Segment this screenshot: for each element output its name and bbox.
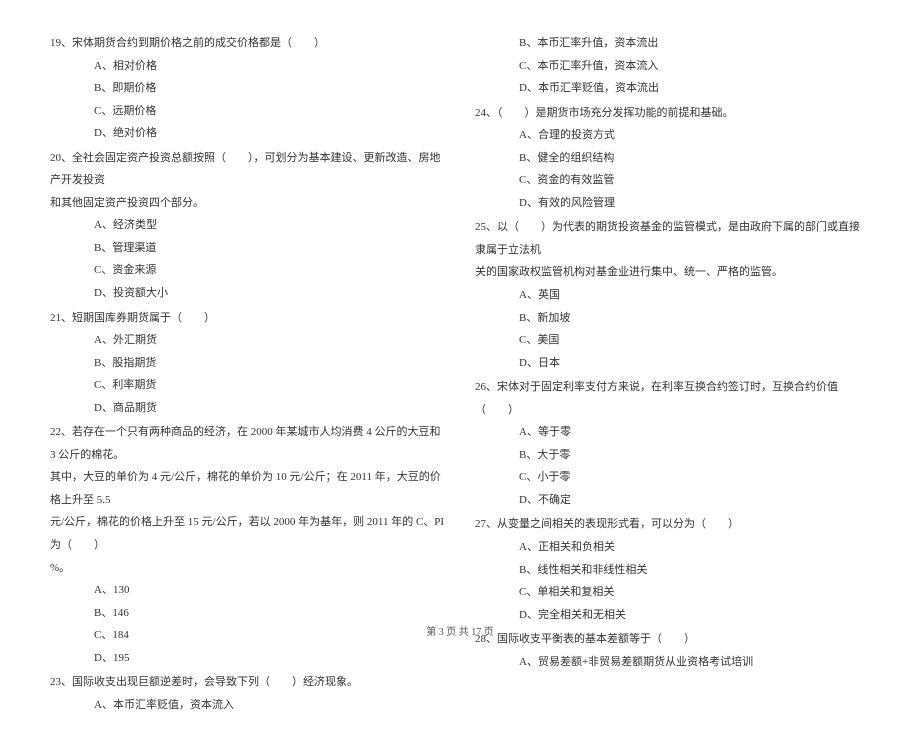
option-d: D、195 bbox=[50, 647, 445, 670]
option-a: A、外汇期货 bbox=[50, 329, 445, 352]
option-a: A、本币汇率贬值，资本流入 bbox=[50, 694, 445, 717]
option-b: B、线性相关和非线性相关 bbox=[475, 559, 870, 582]
question-text-cont: 和其他固定资产投资四个部分。 bbox=[50, 192, 445, 215]
question-24: 24、（ ）是期货市场充分发挥功能的前提和基础。 A、合理的投资方式 B、健全的… bbox=[475, 102, 870, 215]
option-b: B、即期价格 bbox=[50, 77, 445, 100]
question-text: 27、从变量之间相关的表现形式看，可以分为（ ） bbox=[475, 513, 870, 536]
question-21: 21、短期国库券期货属于（ ） A、外汇期货 B、股指期货 C、利率期货 D、商… bbox=[50, 307, 445, 420]
option-c: C、单相关和复相关 bbox=[475, 581, 870, 604]
question-25: 25、以（ ）为代表的期货投资基金的监管模式，是由政府下属的部门或直接隶属于立法… bbox=[475, 216, 870, 374]
question-text: 19、宋体期货合约到期价格之前的成交价格都是（ ） bbox=[50, 32, 445, 55]
question-text-cont: %。 bbox=[50, 557, 445, 580]
question-26: 26、宋体对于固定利率支付方来说，在利率互换合约签订时，互换合约价值（ ） A、… bbox=[475, 376, 870, 511]
option-d: D、日本 bbox=[475, 352, 870, 375]
option-d: D、绝对价格 bbox=[50, 122, 445, 145]
option-a: A、相对价格 bbox=[50, 55, 445, 78]
question-text: 24、（ ）是期货市场充分发挥功能的前提和基础。 bbox=[475, 102, 870, 125]
option-a: A、等于零 bbox=[475, 421, 870, 444]
option-b: B、管理渠道 bbox=[50, 237, 445, 260]
question-text: 22、若存在一个只有两种商品的经济，在 2000 年某城市人均消费 4 公斤的大… bbox=[50, 421, 445, 466]
option-c: C、美国 bbox=[475, 329, 870, 352]
option-a: A、英国 bbox=[475, 284, 870, 307]
option-a: A、130 bbox=[50, 579, 445, 602]
option-d: D、不确定 bbox=[475, 489, 870, 512]
question-20: 20、全社会固定资产投资总额按照（ ），可划分为基本建设、更新改造、房地产开发投… bbox=[50, 147, 445, 305]
right-column: B、本币汇率升值，资本流出 C、本币汇率升值，资本流入 D、本币汇率贬值，资本流… bbox=[475, 32, 870, 718]
option-c: C、资金来源 bbox=[50, 259, 445, 282]
option-d: D、本币汇率贬值，资本流出 bbox=[475, 77, 870, 100]
question-23: 23、国际收支出现巨额逆差时，会导致下列（ ）经济现象。 A、本币汇率贬值，资本… bbox=[50, 671, 445, 716]
question-19: 19、宋体期货合约到期价格之前的成交价格都是（ ） A、相对价格 B、即期价格 … bbox=[50, 32, 445, 145]
option-b: B、股指期货 bbox=[50, 352, 445, 375]
question-text: 25、以（ ）为代表的期货投资基金的监管模式，是由政府下属的部门或直接隶属于立法… bbox=[475, 216, 870, 261]
option-a: A、贸易差额+非贸易差额期货从业资格考试培训 bbox=[475, 651, 870, 674]
question-text: 20、全社会固定资产投资总额按照（ ），可划分为基本建设、更新改造、房地产开发投… bbox=[50, 147, 445, 192]
left-column: 19、宋体期货合约到期价格之前的成交价格都是（ ） A、相对价格 B、即期价格 … bbox=[50, 32, 445, 718]
option-b: B、大于零 bbox=[475, 444, 870, 467]
option-c: C、小于零 bbox=[475, 466, 870, 489]
option-b: B、新加坡 bbox=[475, 307, 870, 330]
question-text-cont: 其中，大豆的单价为 4 元/公斤，棉花的单价为 10 元/公斤；在 2011 年… bbox=[50, 466, 445, 511]
page-footer: 第 3 页 共 17 页 bbox=[0, 623, 920, 638]
option-b: B、146 bbox=[50, 602, 445, 625]
option-d: D、投资额大小 bbox=[50, 282, 445, 305]
option-b: B、健全的组织结构 bbox=[475, 147, 870, 170]
question-text-cont: 元/公斤，棉花的价格上升至 15 元/公斤，若以 2000 年为基年，则 201… bbox=[50, 511, 445, 556]
option-d: D、商品期货 bbox=[50, 397, 445, 420]
question-text-cont: 关的国家政权监管机构对基金业进行集中、统一、严格的监管。 bbox=[475, 261, 870, 284]
option-a: A、合理的投资方式 bbox=[475, 124, 870, 147]
question-text: 21、短期国库券期货属于（ ） bbox=[50, 307, 445, 330]
question-text: 23、国际收支出现巨额逆差时，会导致下列（ ）经济现象。 bbox=[50, 671, 445, 694]
option-c: C、本币汇率升值，资本流入 bbox=[475, 55, 870, 78]
option-a: A、正相关和负相关 bbox=[475, 536, 870, 559]
option-d: D、有效的风险管理 bbox=[475, 192, 870, 215]
question-text: 26、宋体对于固定利率支付方来说，在利率互换合约签订时，互换合约价值（ ） bbox=[475, 376, 870, 421]
option-c: C、利率期货 bbox=[50, 374, 445, 397]
question-27: 27、从变量之间相关的表现形式看，可以分为（ ） A、正相关和负相关 B、线性相… bbox=[475, 513, 870, 626]
option-c: C、资金的有效监管 bbox=[475, 169, 870, 192]
option-b: B、本币汇率升值，资本流出 bbox=[475, 32, 870, 55]
question-23-cont: B、本币汇率升值，资本流出 C、本币汇率升值，资本流入 D、本币汇率贬值，资本流… bbox=[475, 32, 870, 100]
option-a: A、经济类型 bbox=[50, 214, 445, 237]
option-c: C、远期价格 bbox=[50, 100, 445, 123]
